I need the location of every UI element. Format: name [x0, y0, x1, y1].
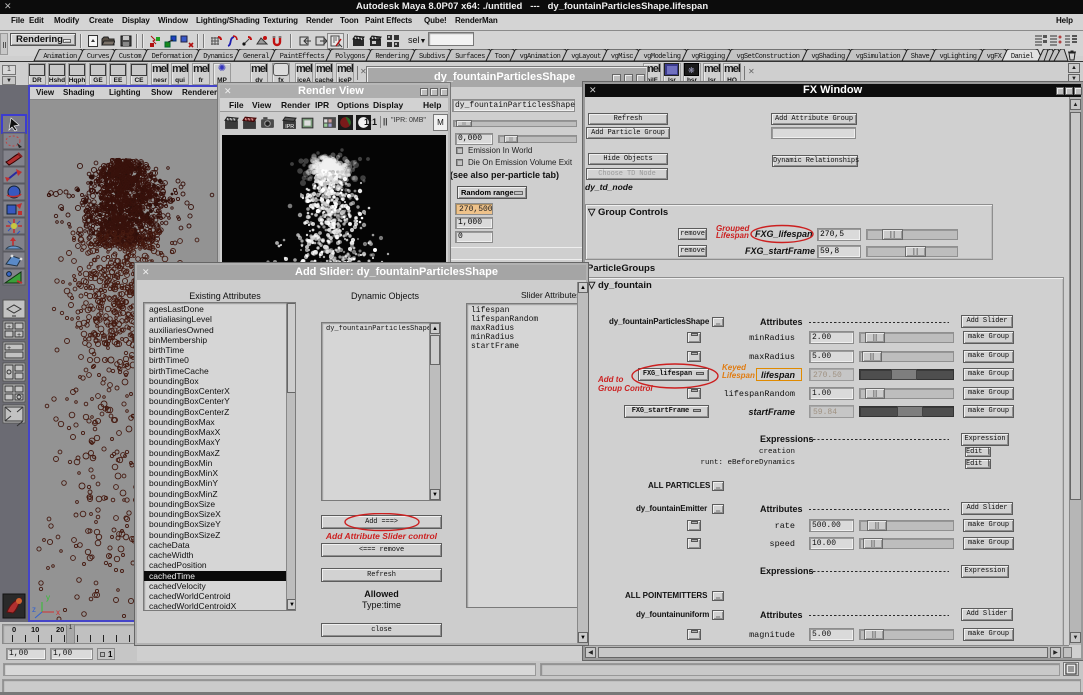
- svg-text:vgMisc: vgMisc: [611, 53, 634, 61]
- svg-text:IPR: IPR: [285, 124, 294, 130]
- svg-text:vgShading: vgShading: [811, 53, 845, 61]
- svg-text:PaintEffects: PaintEffects: [280, 53, 325, 61]
- svg-text:Deformation: Deformation: [152, 53, 193, 61]
- svg-text:vgFX: vgFX: [987, 53, 1003, 61]
- svg-text:z: z: [32, 605, 36, 614]
- svg-text:Surfaces: Surfaces: [455, 53, 485, 61]
- svg-text:y: y: [46, 593, 50, 602]
- svg-text:Daniel: Daniel: [1011, 53, 1034, 61]
- svg-text:vgLayout: vgLayout: [571, 53, 601, 61]
- svg-text:Toon: Toon: [495, 53, 510, 61]
- svg-text:vgLighting: vgLighting: [939, 53, 976, 61]
- svg-text:Rendering: Rendering: [375, 53, 409, 61]
- svg-text:vgSetConstruction: vgSetConstruction: [737, 53, 800, 61]
- svg-text:+: +: [7, 324, 11, 331]
- svg-text:Animation: Animation: [43, 53, 77, 61]
- svg-text:Dynamics: Dynamics: [203, 53, 233, 61]
- svg-text:General: General: [243, 53, 269, 61]
- svg-text:vgSimulation: vgSimulation: [856, 53, 901, 61]
- svg-text:+: +: [17, 332, 21, 339]
- svg-text:Polygons: Polygons: [335, 53, 365, 61]
- svg-text:Subdivs: Subdivs: [419, 53, 445, 61]
- svg-text:x: x: [56, 608, 60, 617]
- svg-text:+: +: [7, 345, 11, 352]
- svg-text:vgModeling: vgModeling: [643, 53, 680, 61]
- svg-text:vgAnimation: vgAnimation: [520, 53, 561, 61]
- svg-text:Custom: Custom: [119, 53, 142, 61]
- svg-text:Curves: Curves: [87, 53, 110, 61]
- svg-text:vgRigging: vgRigging: [691, 53, 725, 61]
- svg-text:Shave: Shave: [911, 53, 930, 61]
